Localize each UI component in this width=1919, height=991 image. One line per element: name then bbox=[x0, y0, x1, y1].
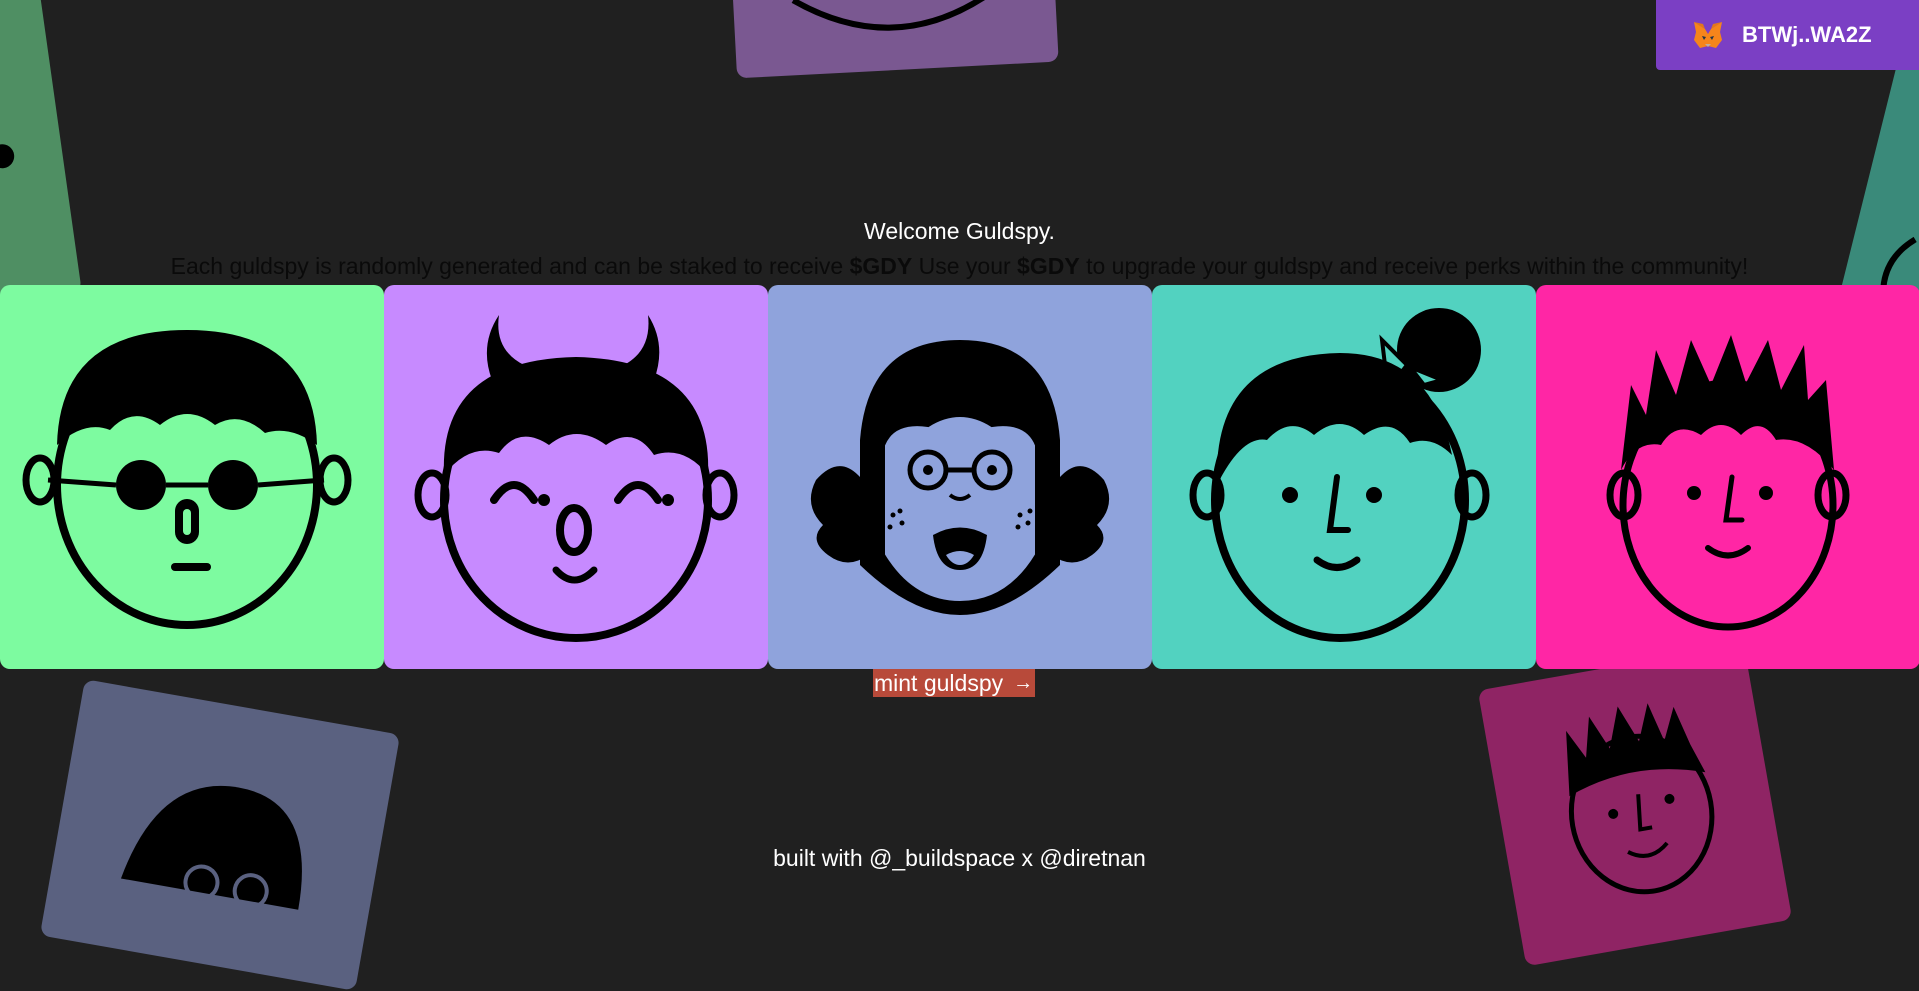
pink-spiky-face-icon bbox=[1606, 335, 1850, 631]
description-text: Each guldspy is randomly generated and c… bbox=[0, 253, 1919, 280]
guldspy-tile-teal bbox=[1152, 285, 1536, 669]
welcome-heading: Welcome Guldspy. bbox=[864, 218, 1055, 244]
token-symbol-2: $GDY bbox=[1017, 253, 1080, 279]
guldspy-tile-blue bbox=[768, 285, 1152, 669]
teal-bow-face-icon bbox=[1189, 308, 1490, 642]
green-face-icon bbox=[22, 330, 352, 629]
guldspy-gallery bbox=[0, 285, 1919, 669]
guldspy-tile-pink bbox=[1536, 285, 1919, 669]
mint-button-label: mint guldspy bbox=[874, 670, 1004, 696]
arrow-right-icon: → bbox=[1013, 672, 1034, 694]
token-symbol-1: $GDY bbox=[849, 253, 913, 279]
wallet-button[interactable]: BTWj..WA2Z bbox=[1656, 0, 1919, 70]
blue-girl-face-icon bbox=[810, 340, 1110, 615]
background-card-magenta bbox=[1477, 643, 1793, 967]
guldspy-tile-green bbox=[0, 285, 384, 669]
wallet-address: BTWj..WA2Z bbox=[1742, 22, 1872, 47]
metamask-fox-icon bbox=[1694, 22, 1722, 48]
background-card-slate bbox=[39, 679, 401, 991]
description-part-2: Use your bbox=[912, 253, 1018, 279]
mint-button[interactable]: mint guldspy → bbox=[873, 669, 1036, 697]
footer-credits: built with @_buildspace x @diretnan bbox=[773, 845, 1146, 871]
description-part-1: Each guldspy is randomly generated and c… bbox=[170, 253, 850, 279]
guldspy-tile-purple bbox=[384, 285, 768, 669]
purple-horned-face-icon bbox=[414, 315, 738, 642]
description-part-3: to upgrade your guldspy and receive perk… bbox=[1079, 253, 1749, 279]
background-card-purple bbox=[729, 0, 1059, 79]
